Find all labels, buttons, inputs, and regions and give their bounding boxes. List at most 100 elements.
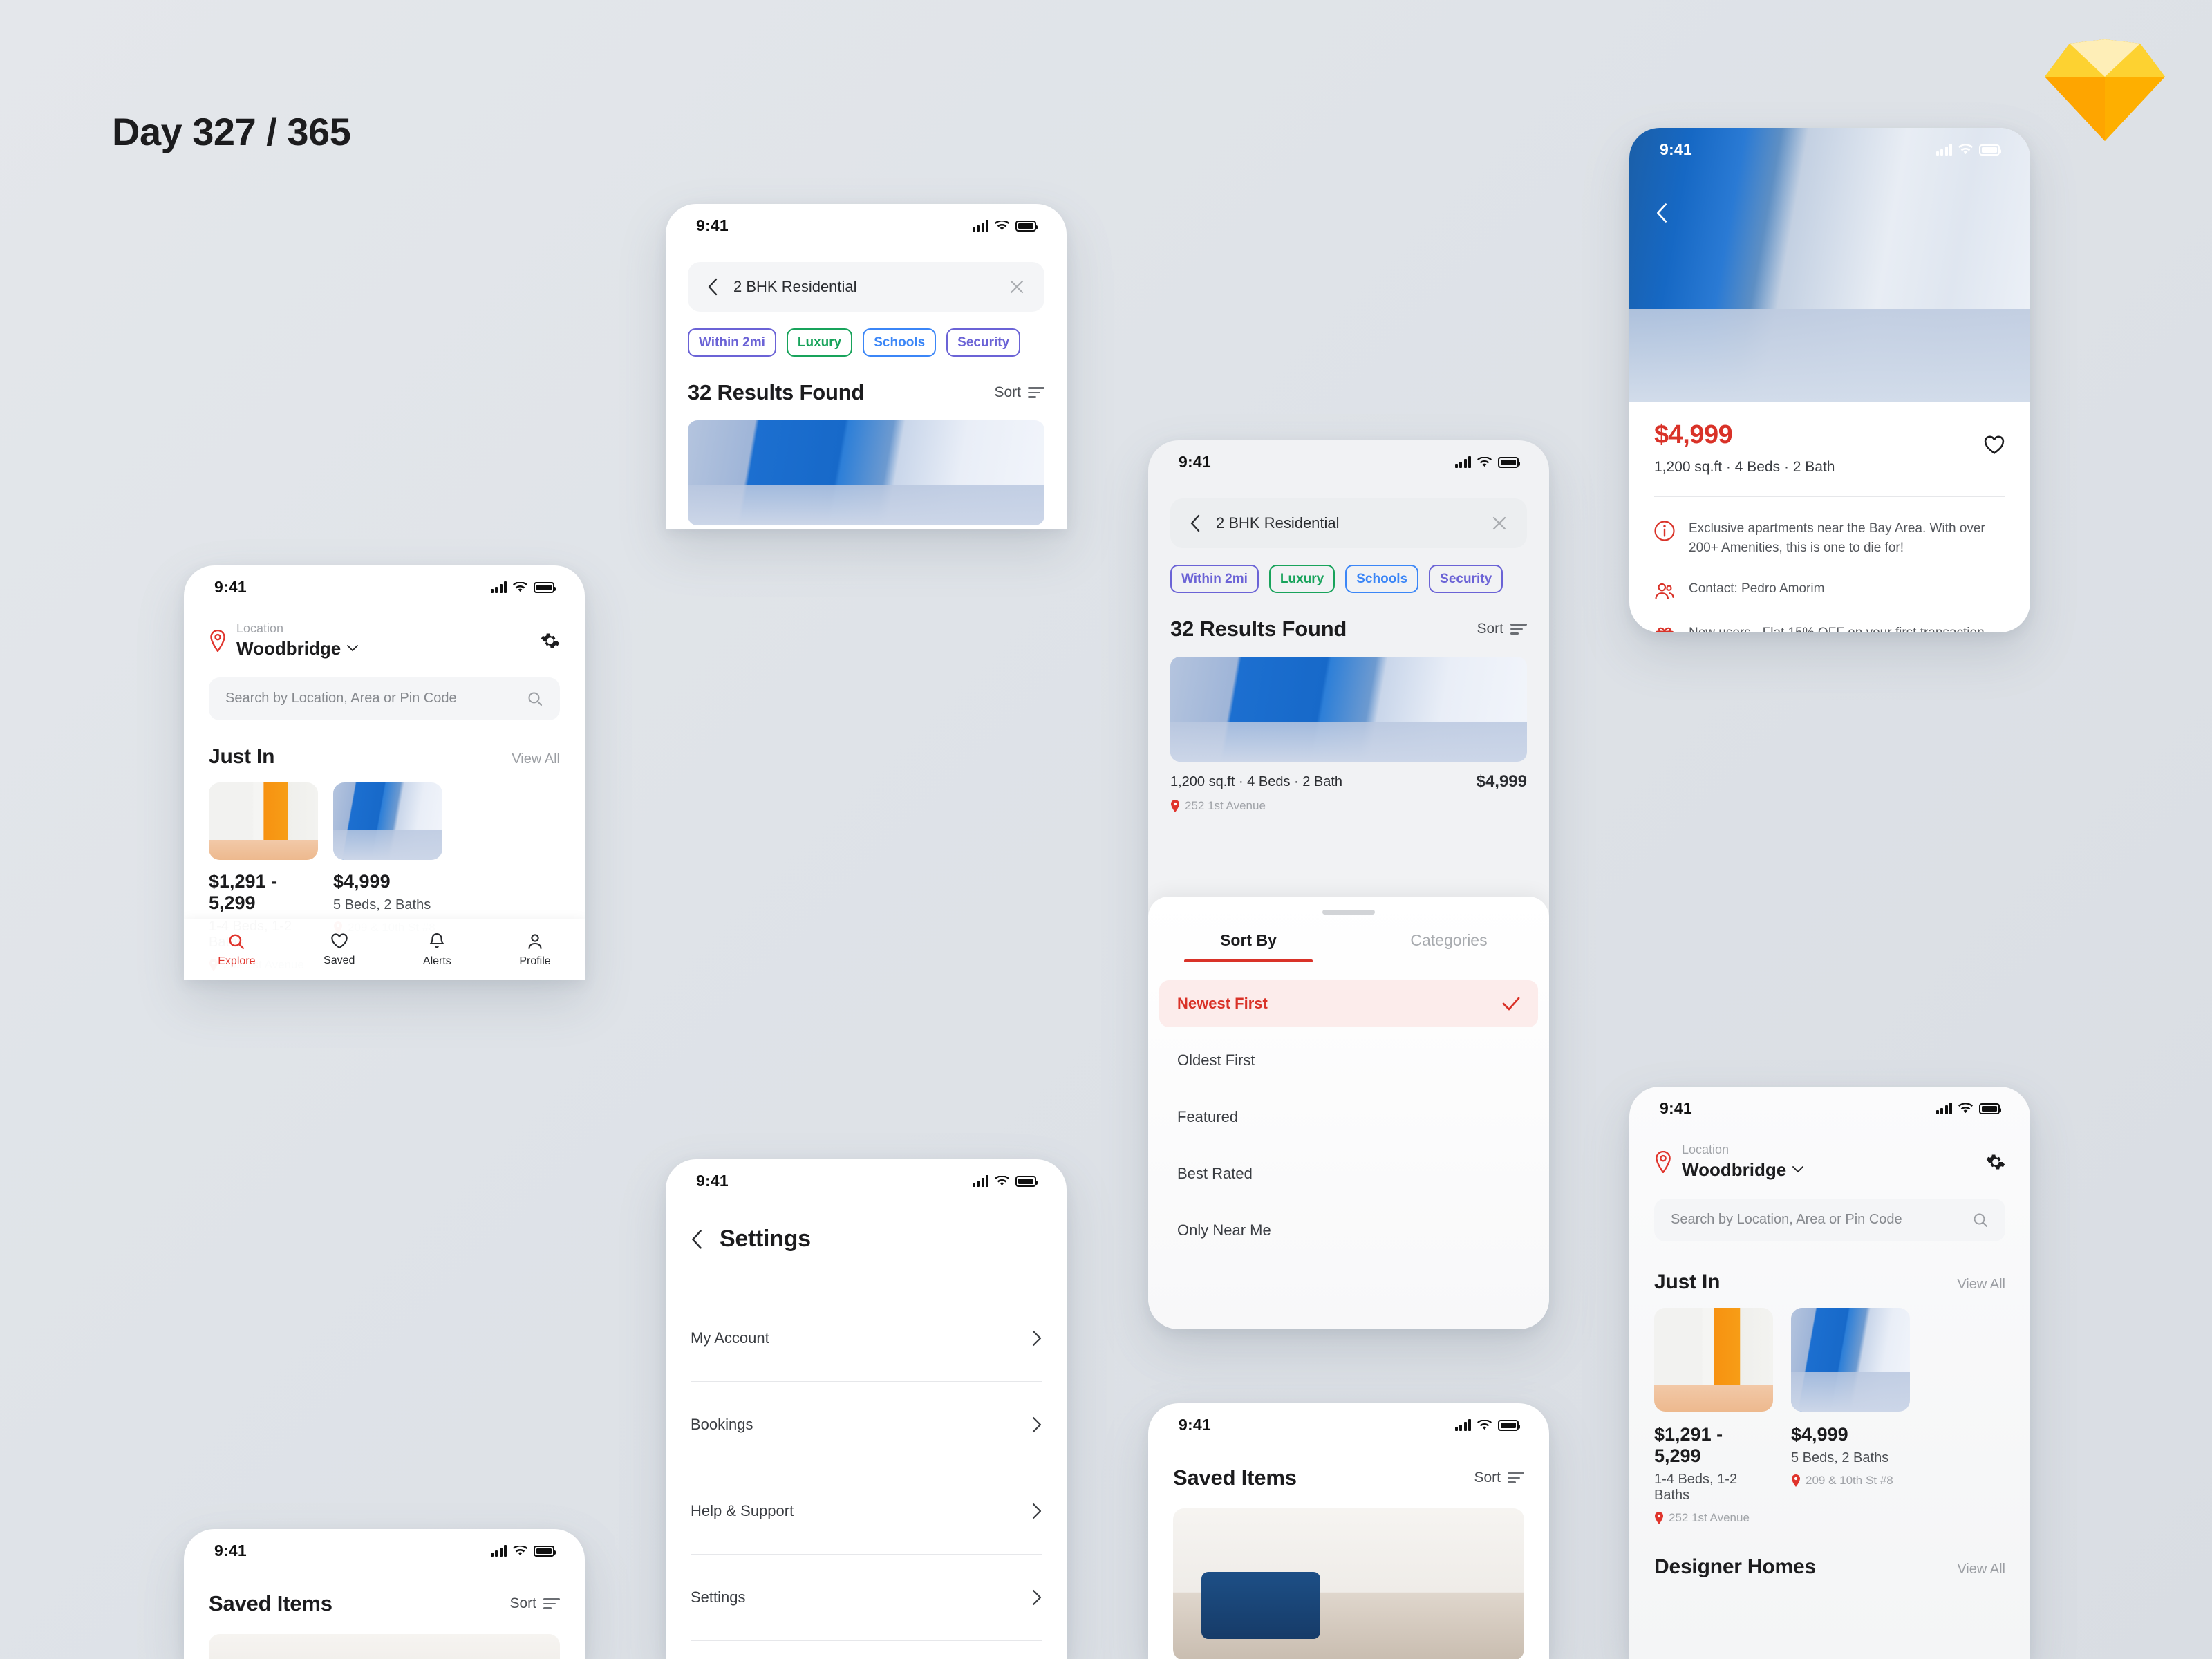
feature-offer: New users - Flat 15% OFF on your first t… <box>1654 624 2005 632</box>
back-chevron-icon[interactable] <box>1190 514 1201 532</box>
settings-item-bookings[interactable]: Bookings <box>691 1382 1042 1468</box>
tab-sort-by[interactable]: Sort By <box>1148 931 1349 962</box>
sort-option-featured[interactable]: Featured <box>1159 1094 1538 1141</box>
property-card[interactable]: $4,999 5 Beds, 2 Baths 209 & 10th St #8 <box>1791 1307 1910 1525</box>
detail-dims: 1,200 sq.ft · 4 Beds · 2 Bath <box>1654 459 1835 475</box>
filter-chip-security[interactable]: Security <box>946 328 1021 357</box>
card-price: $4,999 <box>333 870 391 892</box>
sheet-grabber[interactable] <box>1322 910 1375 915</box>
back-chevron-icon[interactable] <box>1656 203 1668 223</box>
location-pin-icon <box>1792 1474 1800 1487</box>
view-all-link[interactable]: View All <box>1957 1277 2005 1293</box>
location-value[interactable]: Woodbridge <box>236 638 359 659</box>
heart-icon[interactable] <box>1983 435 2005 456</box>
close-icon[interactable] <box>1491 515 1508 532</box>
listing-price: $4,999 <box>1476 772 1527 791</box>
settings-item-help-support[interactable]: Help & Support <box>691 1468 1042 1554</box>
status-icons <box>972 219 1038 232</box>
saved-listing-photo[interactable] <box>209 1634 560 1659</box>
search-placeholder: Search by Location, Area or Pin Code <box>1671 1212 1902 1228</box>
people-icon <box>1655 583 1674 599</box>
detail-price: $4,999 <box>1654 420 1733 449</box>
location-selector[interactable]: Location Woodbridge <box>209 621 560 659</box>
phone-explore-screen: 9:41 Location Woodbridge Search by Locat… <box>184 565 585 980</box>
sort-option-oldest-first[interactable]: Oldest First <box>1159 1037 1538 1084</box>
chevron-right-icon <box>1032 1416 1042 1433</box>
settings-header: Settings <box>691 1226 1042 1253</box>
card-price: $1,291 - 5,299 <box>1654 1423 1723 1466</box>
search-query-value: 2 BHK Residential <box>733 278 857 295</box>
property-photo <box>1791 1307 1910 1412</box>
settings-item-settings[interactable]: Settings <box>691 1555 1042 1640</box>
card-price: $4,999 <box>1791 1423 1848 1445</box>
filter-chip-schools[interactable]: Schools <box>863 328 937 357</box>
battery-icon <box>534 581 556 593</box>
property-card[interactable]: $1,291 - 5,299 1-4 Beds, 1-2 Baths 252 1… <box>1654 1307 1773 1525</box>
chevron-down-icon <box>347 645 359 652</box>
card-beds: 1-4 Beds, 1-2 Baths <box>1654 1471 1738 1503</box>
property-photo <box>209 782 318 860</box>
nav-item-profile[interactable]: Profile <box>519 932 551 968</box>
section-title: Just In <box>1654 1270 1721 1293</box>
results-header: 32 Results Found Sort <box>1170 617 1527 641</box>
search-input[interactable]: Search by Location, Area or Pin Code <box>209 677 560 720</box>
sort-button[interactable]: Sort <box>509 1595 560 1612</box>
sort-bottom-sheet: Sort By Categories Newest First Oldest F… <box>1148 897 1549 1329</box>
feature-contact: Contact: Pedro Amorim <box>1654 579 2005 601</box>
tab-categories[interactable]: Categories <box>1349 931 1549 962</box>
signal-icon <box>1454 1418 1471 1431</box>
location-value[interactable]: Woodbridge <box>1682 1159 1804 1181</box>
listing-row[interactable]: 1,200 sq.ft · 4 Beds · 2 Bath $4,999 252… <box>1170 657 1527 813</box>
location-selector[interactable]: Location Woodbridge <box>1654 1143 2005 1181</box>
filter-chip-schools[interactable]: Schools <box>1345 565 1419 593</box>
view-all-link[interactable]: View All <box>1957 1562 2005 1577</box>
location-pin-icon <box>1656 1150 1671 1173</box>
sort-button[interactable]: Sort <box>1474 1470 1524 1486</box>
back-chevron-icon[interactable] <box>691 1229 703 1250</box>
sort-option-best-rated[interactable]: Best Rated <box>1159 1150 1538 1197</box>
sort-option-only-near-me[interactable]: Only Near Me <box>1159 1207 1538 1254</box>
nav-item-explore[interactable]: Explore <box>218 932 256 968</box>
close-icon[interactable] <box>1009 279 1025 295</box>
saved-listing-photo[interactable] <box>1173 1508 1524 1659</box>
filter-chip-security[interactable]: Security <box>1429 565 1503 593</box>
search-query-field[interactable]: 2 BHK Residential <box>688 262 1044 312</box>
status-bar: 9:41 <box>1629 1087 2030 1130</box>
status-bar: 9:41 <box>184 1529 585 1572</box>
nav-item-alerts[interactable]: Alerts <box>423 932 451 968</box>
sort-button[interactable]: Sort <box>994 384 1044 401</box>
battery-icon <box>1979 1103 2001 1114</box>
filter-chip-luxury[interactable]: Luxury <box>786 328 853 357</box>
filter-chip-within-2mi[interactable]: Within 2mi <box>1170 565 1259 593</box>
view-all-link[interactable]: View All <box>512 751 560 767</box>
status-time: 9:41 <box>1179 1415 1211 1434</box>
back-chevron-icon[interactable] <box>707 278 718 296</box>
listing-row[interactable]: 1,200 sq.ft · 4 Beds · 2 Bath $4,999 252… <box>688 420 1044 529</box>
status-time: 9:41 <box>1660 140 1692 158</box>
battery-icon <box>1979 144 2001 156</box>
status-time: 9:41 <box>1660 1098 1692 1117</box>
signal-icon <box>490 581 507 593</box>
signal-icon <box>972 219 988 232</box>
search-input[interactable]: Search by Location, Area or Pin Code <box>1654 1198 2005 1241</box>
status-icons <box>490 1544 556 1557</box>
sketch-logo <box>2045 39 2165 141</box>
signal-icon <box>1936 143 1952 156</box>
card-address: 252 1st Avenue <box>1654 1511 1773 1525</box>
card-beds: 5 Beds, 2 Baths <box>333 897 431 912</box>
gear-icon[interactable] <box>1986 1152 2005 1172</box>
gear-icon[interactable] <box>541 631 560 650</box>
status-time: 9:41 <box>696 1171 729 1190</box>
sort-option-newest-first[interactable]: Newest First <box>1159 980 1538 1027</box>
filter-chip-luxury[interactable]: Luxury <box>1268 565 1335 593</box>
check-icon <box>1502 997 1520 1011</box>
nav-item-saved[interactable]: Saved <box>324 932 355 967</box>
settings-item-my-account[interactable]: My Account <box>691 1295 1042 1381</box>
battery-icon <box>1498 1419 1520 1431</box>
listing-photo <box>688 420 1044 525</box>
filter-chip-within-2mi[interactable]: Within 2mi <box>688 328 776 357</box>
card-price: $1,291 - 5,299 <box>209 870 278 913</box>
sort-button[interactable]: Sort <box>1477 621 1527 637</box>
search-query-field[interactable]: 2 BHK Residential <box>1170 498 1527 548</box>
search-placeholder: Search by Location, Area or Pin Code <box>225 691 457 706</box>
